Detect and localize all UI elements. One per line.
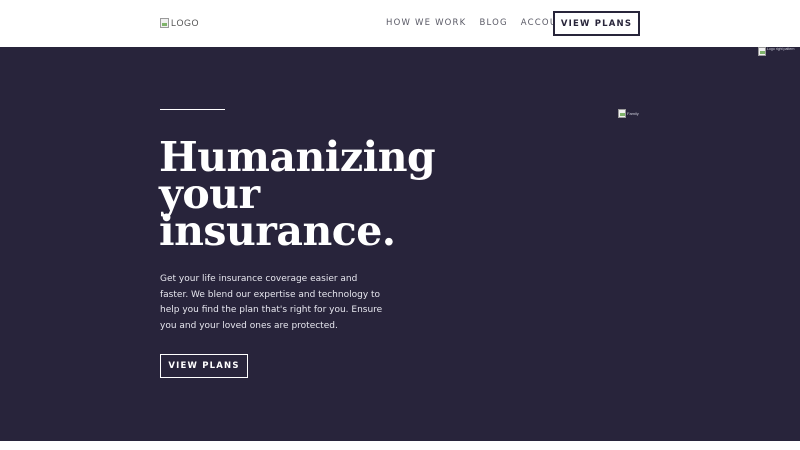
page-bottom-strip: [0, 441, 800, 450]
hero-divider: [160, 109, 225, 110]
hero-description: Get your life insurance coverage easier …: [160, 274, 383, 331]
family-image: Family: [618, 109, 639, 118]
broken-image-icon: [160, 18, 169, 28]
broken-image-icon: [758, 47, 766, 56]
corner-image-alt-text: Logo right pattern: [767, 47, 795, 51]
corner-pattern-image: Logo right pattern: [758, 47, 794, 56]
site-header: LOGO HOW WE WORK BLOG ACCOUNT VIEW PLANS: [0, 0, 800, 47]
hero-section: Humanizing your insurance. Get your life…: [0, 47, 800, 441]
broken-image-icon: [618, 109, 626, 118]
header-view-plans-button[interactable]: VIEW PLANS: [553, 11, 640, 36]
family-image-alt-text: Family: [627, 111, 639, 116]
logo[interactable]: LOGO: [160, 18, 199, 28]
main-nav: HOW WE WORK BLOG ACCOUNT: [386, 18, 571, 28]
nav-link-how-we-work[interactable]: HOW WE WORK: [386, 18, 466, 28]
logo-alt-text: LOGO: [171, 18, 200, 28]
nav-link-blog[interactable]: BLOG: [479, 18, 507, 28]
hero-view-plans-button[interactable]: VIEW PLANS: [160, 354, 248, 378]
hero-title: Humanizing your insurance.: [159, 137, 459, 255]
hero-title-line-3: insurance.: [159, 207, 396, 255]
